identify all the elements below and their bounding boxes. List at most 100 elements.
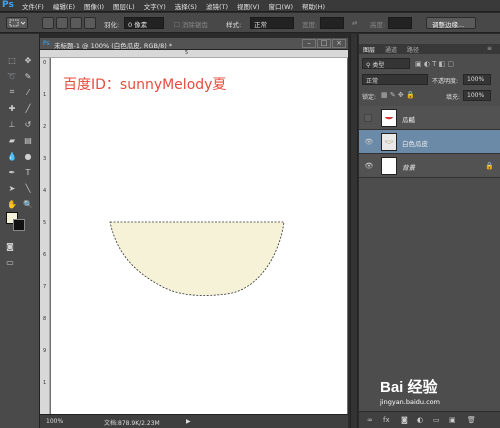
eye-icon[interactable]: 👁 [364,138,374,146]
lasso-tool-icon[interactable]: ➰ [6,70,18,82]
baidu-jingyan-watermark: Bai 经验 jingyan.baidu.com [380,376,496,412]
ruler-left-label: 7 [43,284,47,290]
menu-type[interactable]: 文字(Y) [144,1,166,11]
menu-layer[interactable]: 图层(L) [113,1,135,11]
menu-help[interactable]: 帮助(H) [302,1,325,11]
menu-select[interactable]: 选择(S) [175,1,197,11]
document-tab[interactable]: Ps 未标题-1 @ 100% (白色瓜皮, RGB/8) * – □ × [40,38,348,50]
layer-style-icon[interactable]: fx [383,416,390,424]
crop-tool-icon[interactable]: ⌗ [6,86,18,98]
new-layer-icon[interactable]: ▣ [449,416,456,424]
type-tool-icon[interactable]: T [22,166,34,178]
shape-tool-icon[interactable]: ╲ [22,182,34,194]
tab-paths[interactable]: 路径 [407,45,419,54]
status-bar: 100% 文档:878.9K/2.23M ▶ [40,414,348,428]
background-color-swatch[interactable] [13,219,25,231]
ruler-left-label: 6 [43,252,47,258]
fill-input[interactable]: 100% [463,90,491,101]
intersect-selection-icon[interactable] [84,17,96,29]
canvas[interactable]: 百度ID：sunnyMelody夏 [51,58,347,414]
adjustment-layer-icon[interactable]: ◐ [417,416,423,424]
lock-label: 锁定: [362,94,377,101]
link-layers-icon[interactable]: ∞ [367,416,373,424]
eyedropper-tool-icon[interactable]: ⁄ [22,86,34,98]
menu-window[interactable]: 窗口(W) [269,1,294,11]
antialias-checkbox[interactable]: ☐ 消除锯齿 [174,19,208,29]
ruler-left-label: 1 [43,92,47,98]
style-select[interactable]: 正常 [250,17,294,29]
subtract-selection-icon[interactable] [70,17,82,29]
menu-image[interactable]: 图像(I) [84,1,104,11]
ruler-left-label: 5 [43,220,47,226]
ruler-left-label: 8 [43,316,47,322]
dodge-tool-icon[interactable]: ● [22,150,34,162]
add-selection-icon[interactable] [56,17,68,29]
blend-mode-select[interactable]: 正常 [362,74,428,85]
kind-filter-select[interactable]: ⚲ 类型 [362,58,410,69]
refine-edge-label: 调整边缘... [432,21,465,29]
layer-thumbnail [381,133,397,151]
visibility-toggle-off[interactable] [364,114,372,122]
refine-edge-button[interactable]: 调整边缘... [426,17,476,29]
layer-row-background[interactable]: 👁 背景 🔒 [359,154,500,178]
tab-channels[interactable]: 通道 [385,45,397,54]
eraser-tool-icon[interactable]: ▰ [6,134,18,146]
clone-stamp-icon[interactable]: ⊥ [6,118,18,130]
ruler-left-label: 3 [43,156,47,162]
pen-tool-icon[interactable]: ✒ [6,166,18,178]
lock-icons[interactable]: ▦ ✎ ✥ 🔒 [381,91,415,103]
screen-mode-icon[interactable]: ▭ [4,256,16,268]
healing-brush-icon[interactable]: ✚ [6,102,18,114]
ruler-left-label: 1 [43,380,47,386]
layer-thumbnail [381,157,397,175]
white-rind-thumb-icon [384,140,394,144]
gradient-tool-icon[interactable]: ▤ [22,134,34,146]
blur-tool-icon[interactable]: 💧 [6,150,18,162]
layer-name[interactable]: 瓜瓤 [402,114,415,124]
marquee-tool-preset[interactable] [6,17,28,29]
filter-icons[interactable]: ▣ ◐ T ◧ ▢ [415,60,454,72]
layer-name[interactable]: 背景 [402,162,415,172]
eye-icon[interactable]: 👁 [364,162,374,170]
zoom-tool-icon[interactable]: 🔍 [22,198,34,210]
quick-select-tool-icon[interactable]: ✎ [22,70,34,82]
history-brush-icon[interactable]: ↺ [22,118,34,130]
tab-layers[interactable]: 图层 [363,45,375,54]
toolbox: ⬚ ✥ ➰ ✎ ⌗ ⁄ ✚ ╱ ⊥ ↺ ▰ ▤ 💧 ● ✒ T ➤ ╲ ✋ 🔍 … [0,34,40,428]
quick-mask-icon[interactable]: ◙ [4,240,16,252]
opacity-input[interactable]: 100% [463,74,491,85]
hand-tool-icon[interactable]: ✋ [6,198,18,210]
menu-view[interactable]: 视图(V) [237,1,260,11]
layer-name[interactable]: 白色瓜皮 [402,138,428,148]
height-label: 高度: [370,21,386,29]
maximize-icon[interactable]: □ [317,39,331,48]
path-select-icon[interactable]: ➤ [6,182,18,194]
zoom-level[interactable]: 100% [46,418,63,425]
delete-layer-icon[interactable]: 🗑 [467,416,476,424]
new-group-icon[interactable]: ▭ [433,416,440,424]
fill-label: 填充: [446,94,461,101]
width-input[interactable] [320,17,344,29]
ruler-horizontal: 5 [40,50,348,58]
menu-filter[interactable]: 滤镜(T) [206,1,228,11]
height-input[interactable] [388,17,412,29]
style-label: 样式: [226,21,242,29]
melon-rind-selection[interactable] [51,58,347,414]
new-selection-icon[interactable] [42,17,54,29]
layer-row-melon-flesh[interactable]: 瓜瓤 [359,106,500,130]
menu-edit[interactable]: 编辑(E) [53,1,75,11]
add-mask-icon[interactable]: ◙ [401,416,408,424]
layer-row-white-rind[interactable]: 👁 白色瓜皮 [359,130,500,154]
rect-marquee-tool-icon[interactable]: ⬚ [6,54,18,66]
move-tool-icon[interactable]: ✥ [22,54,34,66]
status-arrow-icon[interactable]: ▶ [186,418,191,425]
panel-menu-icon[interactable]: ≡ [487,45,492,52]
swap-icon[interactable]: ⇄ [352,19,357,27]
minimize-icon[interactable]: – [302,39,316,48]
close-icon[interactable]: × [332,39,346,48]
menu-file[interactable]: 文件(F) [22,1,44,11]
brush-tool-icon[interactable]: ╱ [22,102,34,114]
layers-panel: 图层 通道 路径 ≡ ⚲ 类型 ▣ ◐ T ◧ ▢ 正常 不透明度: 100% … [359,34,500,428]
feather-input[interactable]: 0 像素 [124,17,164,29]
selection-marquee [109,221,285,296]
